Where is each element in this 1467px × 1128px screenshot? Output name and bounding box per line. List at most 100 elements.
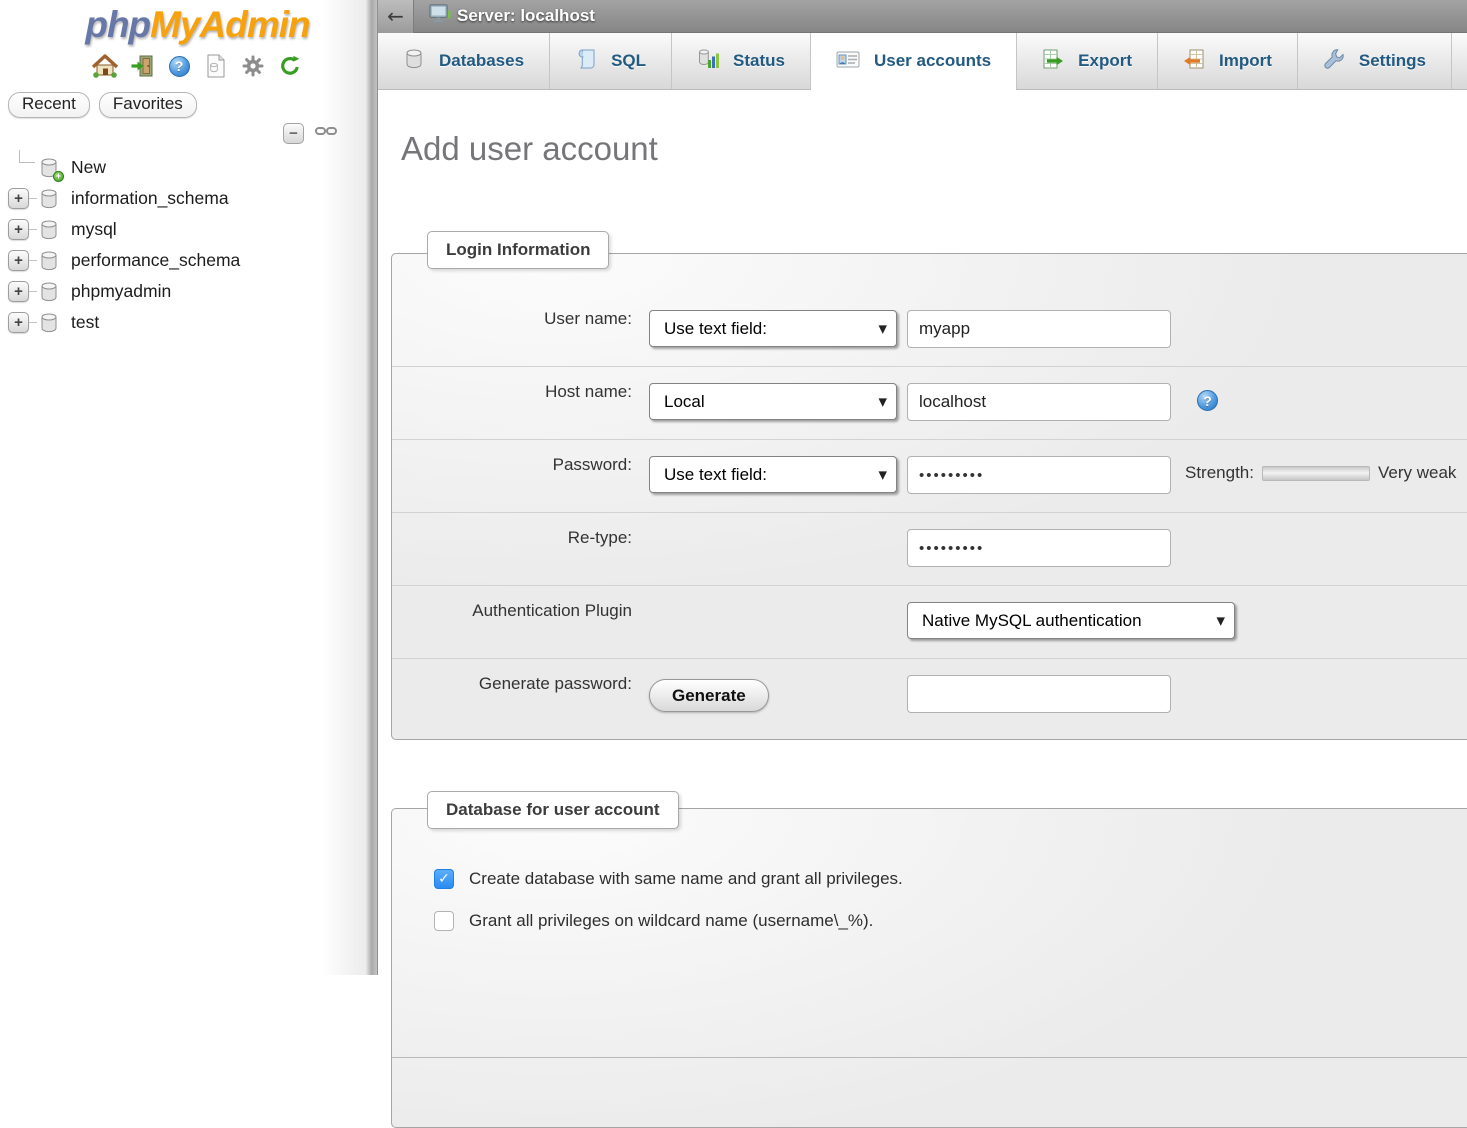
tab-status[interactable]: Status <box>672 33 811 89</box>
server-title: Server: localhost <box>457 6 595 26</box>
sidebar-resize-handle[interactable] <box>365 0 378 975</box>
chevron-down-icon: ▼ <box>879 322 887 335</box>
expand-icon[interactable]: + <box>8 219 29 240</box>
password-input[interactable] <box>907 456 1171 494</box>
tree-item-test[interactable]: + test <box>8 307 365 338</box>
tab-export[interactable]: Export <box>1017 33 1158 89</box>
tree-item-mysql[interactable]: + mysql <box>8 214 365 245</box>
collapse-all-icon[interactable]: − <box>283 123 304 144</box>
hostname-input[interactable] <box>907 383 1171 421</box>
main-panel: ← Server: localhost Databases <box>378 0 1467 975</box>
checkbox-label: Create database with same name and grant… <box>469 869 903 889</box>
sql-icon <box>575 48 597 75</box>
panel-buttons: Recent Favorites <box>8 92 365 118</box>
tree-item-new[interactable]: + New <box>8 152 365 183</box>
strength-meter <box>1262 466 1370 481</box>
logo-myadmin-text: MyAdmin <box>150 4 310 45</box>
generate-password-row: Generate password: Generate <box>392 658 1467 741</box>
username-row: User name: Use text field: ▼ <box>392 294 1467 366</box>
select-value: Use text field: <box>664 465 767 485</box>
server-breadcrumb-bar: ← Server: localhost <box>378 0 1467 33</box>
export-icon <box>1042 48 1064 75</box>
recent-button[interactable]: Recent <box>8 92 90 118</box>
database-for-user-legend: Database for user account <box>427 791 679 829</box>
auth-plugin-label: Authentication Plugin <box>392 599 632 621</box>
tab-label: SQL <box>611 51 646 71</box>
create-database-option: ✓ Create database with same name and gra… <box>434 869 1467 889</box>
database-icon <box>38 312 60 334</box>
hostname-help-icon[interactable]: ? <box>1197 390 1218 411</box>
retype-label: Re-type: <box>392 526 632 548</box>
password-label: Password: <box>392 453 632 475</box>
reload-icon[interactable] <box>277 53 303 79</box>
fieldset-row-divider <box>392 1057 1467 1058</box>
hostname-type-select[interactable]: Local ▼ <box>649 383 897 420</box>
generated-password-input[interactable] <box>907 675 1171 713</box>
tree-item-label: test <box>71 312 99 333</box>
tab-databases[interactable]: Databases <box>378 33 550 89</box>
status-icon <box>697 48 719 75</box>
breadcrumb[interactable]: Server: localhost <box>428 3 595 29</box>
tab-label: Settings <box>1359 51 1426 71</box>
tree-item-label: information_schema <box>71 188 229 209</box>
database-tree: + New + information_schema + mysql + per… <box>8 152 365 338</box>
chevron-down-icon: ▼ <box>1217 614 1225 627</box>
username-type-select[interactable]: Use text field: ▼ <box>649 310 897 347</box>
home-icon[interactable] <box>92 53 118 79</box>
tree-controls: − <box>283 123 337 144</box>
tab-sql[interactable]: SQL <box>550 33 672 89</box>
login-information-fieldset: Login Information User name: Use text fi… <box>391 253 1467 740</box>
expand-icon[interactable]: + <box>8 312 29 333</box>
tab-label: Databases <box>439 51 524 71</box>
grant-wildcard-option: ✓ Grant all privileges on wildcard name … <box>434 911 1467 931</box>
tab-import[interactable]: Import <box>1158 33 1298 89</box>
docs-icon[interactable] <box>203 53 229 79</box>
select-value: Local <box>664 392 705 412</box>
retype-password-input[interactable] <box>907 529 1171 567</box>
chevron-down-icon: ▼ <box>879 468 887 481</box>
tree-item-label: New <box>71 157 106 178</box>
logo-php-text: php <box>85 4 150 45</box>
tab-label: Status <box>733 51 785 71</box>
tab-user-accounts[interactable]: User accounts <box>811 33 1017 89</box>
password-type-select[interactable]: Use text field: ▼ <box>649 456 897 493</box>
password-strength: Strength: Very weak <box>1185 463 1456 483</box>
phpmyadmin-logo[interactable]: phpMyAdmin <box>0 4 365 46</box>
tree-item-information-schema[interactable]: + information_schema <box>8 183 365 214</box>
tree-item-phpmyadmin[interactable]: + phpmyadmin <box>8 276 365 307</box>
sidebar-toolbar: ? <box>0 52 365 80</box>
tab-settings[interactable]: Settings <box>1298 33 1452 89</box>
hostname-label: Host name: <box>392 380 632 402</box>
generate-button[interactable]: Generate <box>649 679 769 712</box>
favorites-button[interactable]: Favorites <box>99 92 197 118</box>
generate-password-label: Generate password: <box>392 672 632 694</box>
database-icon <box>38 250 60 272</box>
unlink-icon[interactable] <box>315 124 337 143</box>
back-arrow-button[interactable]: ← <box>378 0 414 33</box>
expand-icon[interactable]: + <box>8 250 29 271</box>
retype-row: Re-type: <box>392 512 1467 585</box>
help-icon[interactable]: ? <box>166 53 192 79</box>
tree-item-label: performance_schema <box>71 250 240 271</box>
database-for-user-fieldset: Database for user account ✓ Create datab… <box>391 808 1467 1128</box>
strength-text: Very weak <box>1378 463 1456 483</box>
expand-icon[interactable]: + <box>8 188 29 209</box>
database-icon <box>403 48 425 75</box>
username-input[interactable] <box>907 310 1171 348</box>
tree-item-performance-schema[interactable]: + performance_schema <box>8 245 365 276</box>
login-information-legend: Login Information <box>427 231 609 269</box>
grant-wildcard-checkbox[interactable]: ✓ <box>434 911 454 931</box>
checkbox-label: Grant all privileges on wildcard name (u… <box>469 911 873 931</box>
strength-label: Strength: <box>1185 463 1254 483</box>
select-value: Native MySQL authentication <box>922 611 1142 631</box>
import-icon <box>1183 48 1205 75</box>
logout-icon[interactable] <box>129 53 155 79</box>
create-database-checkbox[interactable]: ✓ <box>434 869 454 889</box>
password-row: Password: Use text field: ▼ Strength: Ve… <box>392 439 1467 512</box>
tab-label: Export <box>1078 51 1132 71</box>
settings-icon[interactable] <box>240 53 266 79</box>
new-database-icon: + <box>38 157 60 179</box>
expand-icon[interactable]: + <box>8 281 29 302</box>
tree-item-label: phpmyadmin <box>71 281 171 302</box>
auth-plugin-select[interactable]: Native MySQL authentication ▼ <box>907 602 1235 639</box>
